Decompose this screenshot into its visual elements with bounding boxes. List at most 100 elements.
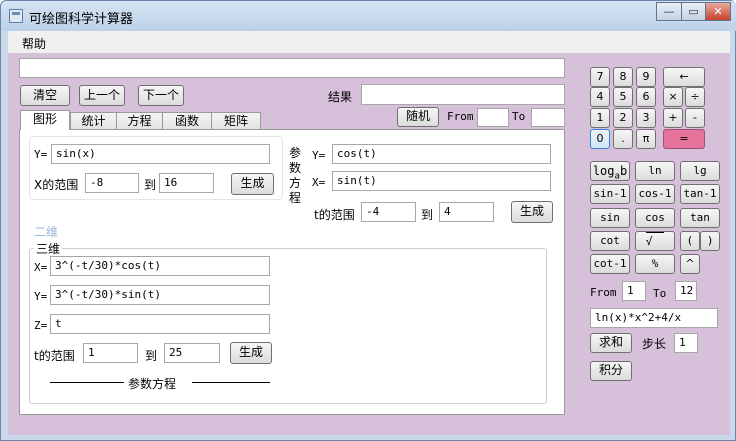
parametric-title-char: 程 xyxy=(289,191,302,205)
key-sqrt[interactable]: √ xyxy=(635,231,675,251)
graph3d-t-range-label: t的范围 xyxy=(34,349,75,363)
key-minus[interactable]: - xyxy=(685,108,705,128)
param-y-label: Y= xyxy=(312,149,326,162)
key-arccot[interactable]: cot-1 xyxy=(590,254,630,274)
next-button[interactable]: 下一个 xyxy=(138,85,184,106)
graph3d-to-label: 到 xyxy=(145,349,158,363)
integrate-button[interactable]: 积分 xyxy=(590,361,632,381)
param-generate-button[interactable]: 生成 xyxy=(511,201,553,223)
key-arctan[interactable]: tan-1 xyxy=(680,184,720,204)
key-close-paren[interactable]: ) xyxy=(700,231,720,251)
parametric-title-char: 方 xyxy=(289,176,302,190)
key-power[interactable]: ^ xyxy=(680,254,700,274)
tab-equation[interactable]: 方程 xyxy=(116,112,163,130)
step-input[interactable]: 1 xyxy=(674,333,698,353)
expression-input[interactable] xyxy=(19,58,565,78)
tab-function[interactable]: 函数 xyxy=(162,112,212,130)
key-backspace[interactable]: ← xyxy=(663,67,705,87)
graph3d-z-input[interactable]: t xyxy=(50,314,270,334)
graph-to-label: 到 xyxy=(144,178,157,192)
key-equals[interactable]: = xyxy=(663,129,705,149)
key-0[interactable]: 0 xyxy=(590,129,610,149)
key-2[interactable]: 2 xyxy=(613,108,633,128)
key-divide[interactable]: ÷ xyxy=(685,87,705,107)
result-label: 结果 xyxy=(328,90,353,104)
window-title: 可绘图科学计算器 xyxy=(29,12,134,27)
param-x-input[interactable]: sin(t) xyxy=(332,171,551,191)
graph-y-label: Y= xyxy=(34,148,48,161)
key-9[interactable]: 9 xyxy=(636,67,656,87)
menu-bar: 帮助 xyxy=(8,31,730,53)
sum-button[interactable]: 求和 xyxy=(590,333,632,353)
parametric-title-char: 参 xyxy=(289,146,302,160)
close-button[interactable]: ✕ xyxy=(705,2,731,21)
graph-x-range-label: X的范围 xyxy=(34,178,79,192)
menu-help[interactable]: 帮助 xyxy=(22,35,46,52)
parametric-caption: 参数方程 xyxy=(128,377,177,391)
integral-to-label: To xyxy=(653,287,667,300)
sqrt-icon: √ xyxy=(645,232,665,251)
key-8[interactable]: 8 xyxy=(613,67,633,87)
param-t-to-input[interactable]: 4 xyxy=(439,202,494,222)
key-log-base[interactable]: logab xyxy=(590,161,630,181)
key-1[interactable]: 1 xyxy=(590,108,610,128)
key-4[interactable]: 4 xyxy=(590,87,610,107)
random-button[interactable]: 随机 xyxy=(397,107,439,127)
key-tan[interactable]: tan xyxy=(680,208,720,228)
graph-y-input[interactable]: sin(x) xyxy=(51,144,270,164)
key-cot[interactable]: cot xyxy=(590,231,630,251)
minimize-button[interactable]: — xyxy=(656,2,682,21)
random-to-input[interactable] xyxy=(531,108,565,127)
integral-expression-input[interactable]: ln(x)*x^2+4/x xyxy=(590,308,718,328)
graph3d-t-to-input[interactable]: 25 xyxy=(164,343,220,363)
key-cos[interactable]: cos xyxy=(635,208,675,228)
app-window: 可绘图科学计算器 — ▭ ✕ 帮助 清空 上一个 下一个 结果 随机 From … xyxy=(0,0,736,441)
key-multiply[interactable]: × xyxy=(663,87,683,107)
tab-matrix[interactable]: 矩阵 xyxy=(211,112,261,130)
param-t-range-label: t的范围 xyxy=(314,208,355,222)
key-sin[interactable]: sin xyxy=(590,208,630,228)
key-arcsin[interactable]: sin-1 xyxy=(590,184,630,204)
result-field[interactable] xyxy=(361,84,565,105)
key-3[interactable]: 3 xyxy=(636,108,656,128)
maximize-button[interactable]: ▭ xyxy=(681,2,706,21)
integral-to-input[interactable]: 12 xyxy=(675,281,697,301)
graph3d-x-input[interactable]: 3^(-t/30)*cos(t) xyxy=(50,256,270,276)
clear-button[interactable]: 清空 xyxy=(20,85,70,106)
param-y-input[interactable]: cos(t) xyxy=(332,144,551,164)
key-arccos[interactable]: cos-1 xyxy=(635,184,675,204)
caption-rule-left xyxy=(50,382,124,383)
integral-from-label: From xyxy=(590,286,617,299)
key-lg[interactable]: lg xyxy=(680,161,720,181)
graph-x-to-input[interactable]: 16 xyxy=(159,173,214,193)
graph3d-z-label: Z= xyxy=(34,319,48,332)
key-open-paren[interactable]: ( xyxy=(680,231,700,251)
key-plus[interactable]: + xyxy=(663,108,683,128)
graph3d-x-label: X= xyxy=(34,261,48,274)
key-ln[interactable]: ln xyxy=(635,161,675,181)
client-area: 帮助 清空 上一个 下一个 结果 随机 From To 图形 统计 方程 函数 … xyxy=(8,31,730,435)
key-7[interactable]: 7 xyxy=(590,67,610,87)
key-6[interactable]: 6 xyxy=(636,87,656,107)
tab-statistics[interactable]: 统计 xyxy=(70,112,117,130)
random-from-input[interactable] xyxy=(477,108,509,127)
key-5[interactable]: 5 xyxy=(613,87,633,107)
tab-graph[interactable]: 图形 xyxy=(20,110,70,130)
key-pi[interactable]: π xyxy=(636,129,656,149)
graph3d-y-label: Y= xyxy=(34,290,48,303)
group-2d-label: 二维 xyxy=(34,225,59,239)
graph-x-from-input[interactable]: -8 xyxy=(85,173,139,193)
key-decimal[interactable]: . xyxy=(613,129,633,149)
integral-from-input[interactable]: 1 xyxy=(622,281,646,301)
graph-generate-button[interactable]: 生成 xyxy=(231,173,274,195)
graph3d-generate-button[interactable]: 生成 xyxy=(230,342,272,364)
parametric-title: 参 数 方 程 xyxy=(289,146,301,206)
random-to-label: To xyxy=(512,110,526,123)
calculator-app-icon xyxy=(9,9,23,23)
key-percent[interactable]: % xyxy=(635,254,675,274)
param-t-from-input[interactable]: -4 xyxy=(361,202,416,222)
graph3d-t-from-input[interactable]: 1 xyxy=(83,343,138,363)
title-bar: 可绘图科学计算器 — ▭ ✕ xyxy=(1,1,736,31)
previous-button[interactable]: 上一个 xyxy=(79,85,125,106)
graph3d-y-input[interactable]: 3^(-t/30)*sin(t) xyxy=(50,285,270,305)
